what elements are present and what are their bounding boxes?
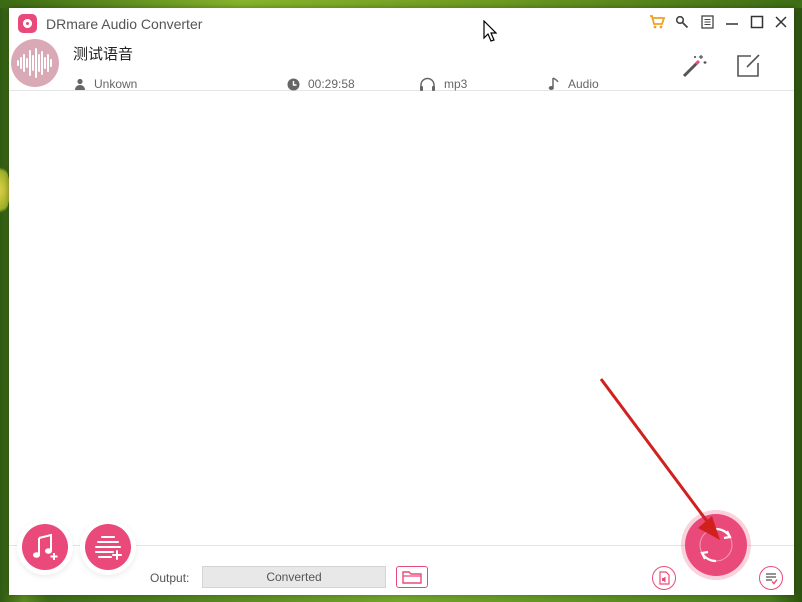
duration-label: 00:29:58 — [308, 77, 355, 91]
format-label: mp3 — [444, 77, 468, 91]
artist-label: Unkown — [94, 77, 138, 91]
person-icon — [75, 78, 85, 90]
track-row[interactable]: 测试语音 Unkown 00:29:58 mp3 Audio — [9, 38, 794, 91]
add-music-icon — [33, 533, 58, 560]
format-meta: mp3 — [419, 77, 467, 91]
key-icon[interactable] — [672, 12, 692, 32]
folder-icon — [402, 571, 422, 584]
convert-button[interactable] — [685, 514, 747, 576]
desktop-background — [0, 0, 802, 8]
track-title: 测试语音 — [73, 45, 134, 63]
add-playlist-button[interactable] — [85, 524, 131, 570]
add-playlist-icon — [95, 536, 122, 560]
output-path-field[interactable]: Converted — [202, 566, 386, 588]
minimize-icon[interactable] — [722, 12, 742, 32]
duration-meta: 00:29:58 — [287, 77, 355, 91]
title-bar: DRmare Audio Converter — [9, 8, 794, 38]
type-meta: Audio — [548, 77, 599, 91]
waveform-icon — [17, 48, 52, 78]
window-title: DRmare Audio Converter — [46, 16, 203, 32]
cart-icon[interactable] — [647, 12, 667, 32]
bottom-bar: Output: Converted — [9, 514, 794, 595]
effect-button[interactable] — [679, 51, 709, 81]
app-window: DRmare Audio Converter 测试语音 Unkown 00:29… — [9, 8, 794, 595]
headphones-icon — [420, 77, 435, 91]
edit-icon — [737, 54, 760, 77]
convert-icon — [699, 527, 733, 563]
history-list-icon — [766, 573, 778, 585]
music-note-icon — [548, 77, 559, 90]
type-label: Audio — [568, 77, 599, 91]
artist-meta: Unkown — [74, 77, 137, 91]
maximize-icon[interactable] — [747, 12, 767, 32]
album-cover — [11, 39, 59, 87]
format-button[interactable] — [652, 566, 676, 590]
file-list-area[interactable] — [9, 91, 794, 545]
clock-icon — [287, 78, 300, 90]
close-icon[interactable] — [771, 12, 791, 32]
output-label: Output: — [150, 571, 190, 585]
open-folder-button[interactable] — [396, 566, 428, 588]
add-music-button[interactable] — [22, 524, 68, 570]
app-logo-icon — [18, 14, 37, 33]
edit-button[interactable] — [733, 51, 763, 81]
mouse-cursor-icon — [483, 20, 497, 42]
effect-wand-icon — [682, 55, 707, 78]
menu-icon[interactable] — [697, 12, 717, 32]
history-button[interactable] — [759, 566, 783, 590]
audio-file-icon — [659, 571, 670, 585]
